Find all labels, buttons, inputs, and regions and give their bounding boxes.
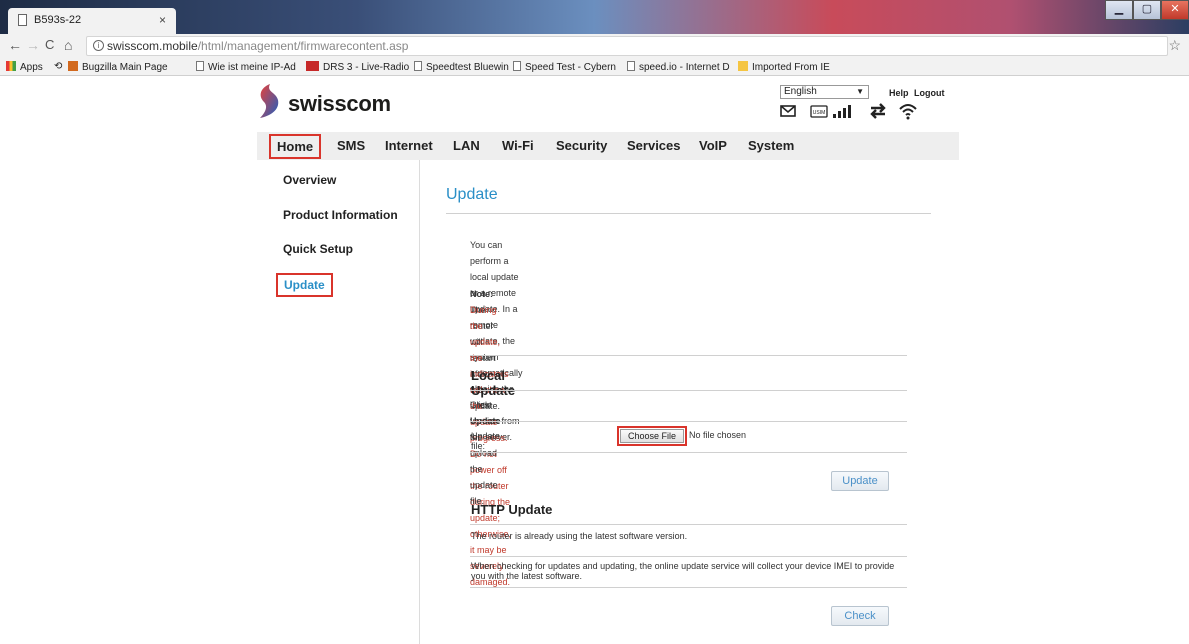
chevron-down-icon: ▼ (856, 87, 864, 96)
window-controls: ▁ ▢ ✕ (1105, 0, 1189, 20)
language-value: English (784, 86, 817, 97)
http-update-title: HTTP Update (471, 502, 553, 517)
update-button[interactable]: Update (831, 471, 889, 491)
menu-security[interactable]: Security (556, 138, 607, 153)
srf-icon (306, 61, 319, 71)
menu-wifi[interactable]: Wi-Fi (502, 138, 534, 153)
menu-services[interactable]: Services (627, 138, 681, 153)
forward-icon[interactable]: → (26, 37, 40, 53)
history-icon[interactable]: ⟲ (54, 61, 62, 72)
help-link[interactable]: Help (889, 88, 909, 98)
info-icon[interactable]: i (93, 40, 104, 51)
check-button[interactable]: Check (831, 606, 889, 626)
browser-tab[interactable]: B593s-22 × (8, 8, 176, 34)
local-update-title: Local Update (471, 368, 516, 398)
logout-link[interactable]: Logout (914, 88, 945, 98)
usim-icon: USIM (810, 105, 828, 118)
imei-line: When checking for updates and updating, … (471, 561, 895, 571)
tab-close-icon[interactable]: × (159, 13, 166, 27)
sidenav-quick-setup[interactable]: Quick Setup (283, 242, 353, 256)
section-divider (470, 355, 907, 356)
menu-home[interactable]: Home (269, 134, 322, 159)
envelope-icon (780, 105, 796, 117)
page-icon (414, 61, 422, 71)
bookmark-label: Imported From IE (752, 62, 830, 73)
section-divider (470, 524, 907, 525)
page-icon (627, 61, 635, 71)
bookmark-drs3[interactable]: DRS 3 - Live-Radio (306, 61, 409, 73)
bookmark-bugzilla[interactable]: Bugzilla Main Page (68, 61, 168, 73)
section-divider (470, 390, 907, 391)
imei-line: you with the latest software. (471, 571, 583, 581)
address-bar: ← → C ⌂ i swisscom.mobile/html/managemen… (0, 34, 1189, 58)
home-icon[interactable]: ⌂ (64, 37, 72, 53)
http-status-text: The router is already using the latest s… (471, 531, 688, 541)
svg-text:USIM: USIM (813, 110, 826, 116)
bookmark-imported[interactable]: Imported From IE (738, 61, 830, 73)
bookmark-label: Speedtest Bluewin (426, 62, 509, 73)
bookmark-apps[interactable]: Apps (6, 61, 43, 73)
close-window-icon[interactable]: ✕ (1161, 0, 1189, 20)
menu-voip[interactable]: VoIP (699, 138, 727, 153)
sidenav-overview[interactable]: Overview (283, 173, 336, 187)
url-host: swisscom.mobile (107, 39, 198, 53)
language-select[interactable]: English ▼ (780, 85, 869, 99)
logo-text: swisscom (288, 91, 391, 116)
bugzilla-icon (68, 61, 78, 71)
instruction-text: Click (470, 400, 490, 410)
menu-internet[interactable]: Internet (385, 138, 433, 153)
url-path: /html/management/firmwarecontent.asp (197, 39, 409, 53)
choose-file-label: Choose File (620, 429, 684, 443)
bookmark-label: Wie ist meine IP-Ad (208, 62, 296, 73)
restore-icon[interactable]: ▢ (1133, 0, 1161, 20)
bookmark-ip[interactable]: Wie ist meine IP-Ad (196, 61, 296, 73)
page-title: Update (446, 186, 498, 203)
bookmark-star-icon[interactable]: ☆ (1168, 37, 1181, 54)
reload-icon[interactable]: C (45, 37, 54, 52)
browser-titlebar: B593s-22 × ▁ ▢ ✕ (0, 0, 1189, 34)
back-icon[interactable]: ← (8, 37, 22, 53)
note-label: Note: (470, 289, 493, 299)
row-divider (470, 421, 907, 422)
tab-title: B593s-22 (34, 14, 82, 26)
minimize-icon[interactable]: ▁ (1105, 0, 1133, 20)
menu-lan[interactable]: LAN (453, 138, 480, 153)
row-divider (470, 556, 907, 557)
url-input[interactable]: i swisscom.mobile/html/management/firmwa… (86, 36, 1168, 56)
bookmark-label: speed.io - Internet D (639, 62, 730, 73)
update-file-label: Update file: (471, 431, 501, 451)
apps-grid-icon (6, 61, 16, 71)
title-divider (446, 213, 931, 214)
local-update-instruction: Click Update to upload the update file. (470, 397, 501, 509)
menu-sms[interactable]: SMS (337, 138, 365, 153)
row-divider (470, 452, 907, 453)
bookmark-label: DRS 3 - Live-Radio (323, 62, 410, 73)
wifi-icon (899, 104, 917, 120)
side-nav: Overview Product Information Quick Setup… (258, 160, 420, 644)
bookmark-label: Bugzilla Main Page (82, 62, 168, 73)
main-menu: Home SMS Internet LAN Wi-Fi Security Ser… (257, 132, 959, 160)
bookmarks-bar: Apps ⟲ Bugzilla Main Page Wie ist meine … (0, 58, 1189, 76)
sidenav-product-information[interactable]: Product Information (283, 208, 398, 222)
data-transfer-icon (870, 103, 886, 119)
bookmark-speedio[interactable]: speed.io - Internet D (627, 61, 730, 73)
folder-icon (738, 61, 748, 71)
imei-notice: When checking for updates and updating, … (471, 561, 894, 581)
bookmark-speedtest-cybern[interactable]: Speed Test - Cybern (513, 61, 616, 73)
swisscom-logo-icon (260, 84, 279, 118)
bookmark-speedtest-bluewin[interactable]: Speedtest Bluewin (414, 61, 509, 73)
sidenav-update[interactable]: Update (276, 273, 333, 297)
bookmark-label: Apps (20, 62, 43, 73)
signal-bars-icon (833, 105, 851, 118)
menu-system[interactable]: System (748, 138, 794, 153)
choose-file-button[interactable]: Choose File (617, 426, 687, 446)
page-icon (18, 14, 27, 26)
row-divider (470, 587, 907, 588)
bookmark-label: Speed Test - Cybern (525, 62, 616, 73)
page-icon (196, 61, 204, 71)
no-file-chosen: No file chosen (689, 430, 747, 440)
page-icon (513, 61, 521, 71)
